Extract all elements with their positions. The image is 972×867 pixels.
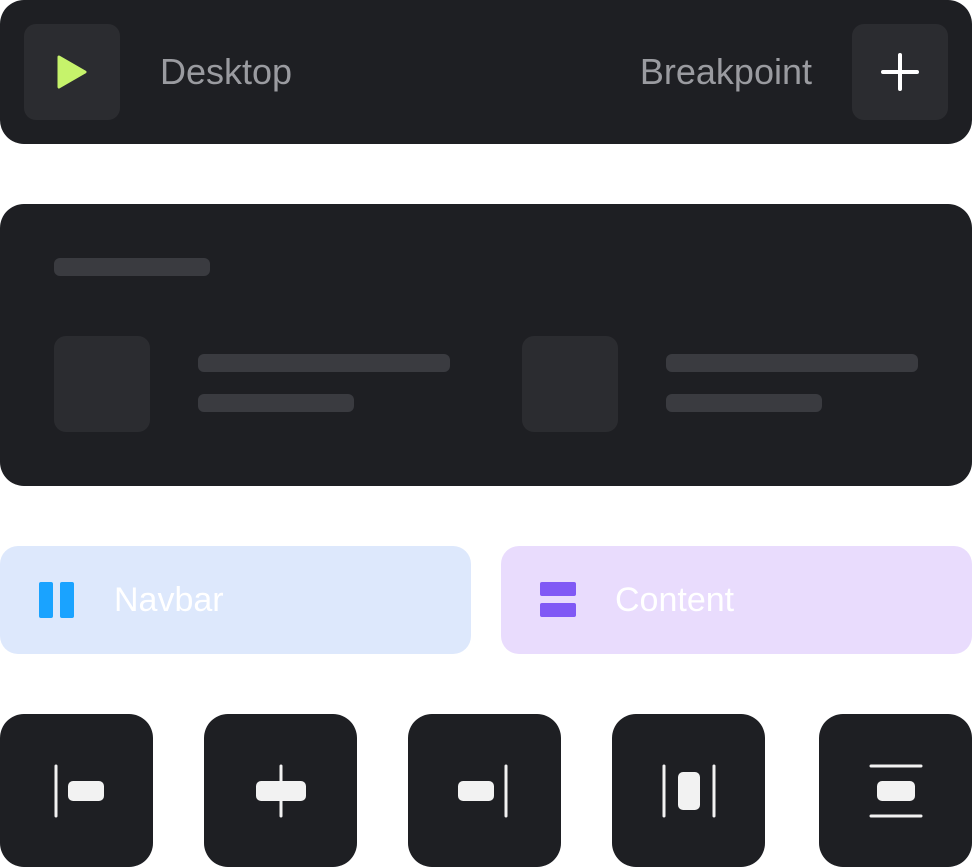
breakpoint-label: Breakpoint	[639, 51, 812, 92]
align-center-vertical-icon	[869, 764, 922, 817]
layer-chip-content[interactable]: Content	[501, 546, 972, 654]
align-center-horizontal-icon	[255, 764, 306, 817]
skeleton-line	[198, 394, 354, 412]
align-right-icon	[457, 764, 507, 817]
play-icon	[57, 55, 87, 89]
distribute-horizontal-icon	[662, 764, 715, 817]
align-center-vertical-button[interactable]	[819, 714, 972, 867]
distribute-horizontal-button[interactable]	[612, 714, 765, 867]
rows-icon	[540, 582, 576, 617]
skeleton-thumbnail	[522, 336, 618, 432]
skeleton-line	[666, 394, 822, 412]
columns-icon	[39, 582, 74, 618]
skeleton-thumbnail	[54, 336, 150, 432]
device-label[interactable]: Desktop	[160, 48, 292, 96]
skeleton-line	[666, 354, 918, 372]
align-left-icon	[54, 764, 104, 817]
align-left-button[interactable]	[0, 714, 153, 867]
breakpoint-toolbar: Desktop Breakpoint	[0, 0, 972, 144]
layer-label: Content	[615, 581, 735, 619]
align-right-button[interactable]	[408, 714, 561, 867]
align-center-horizontal-button[interactable]	[204, 714, 357, 867]
add-breakpoint-button[interactable]	[852, 24, 948, 120]
plus-icon	[881, 53, 919, 91]
play-button[interactable]	[24, 24, 120, 120]
layer-chip-navbar[interactable]: Navbar	[0, 546, 471, 654]
layer-label: Navbar	[114, 581, 224, 619]
skeleton-title	[54, 258, 210, 276]
skeleton-line	[198, 354, 450, 372]
skeleton-panel	[0, 204, 972, 486]
